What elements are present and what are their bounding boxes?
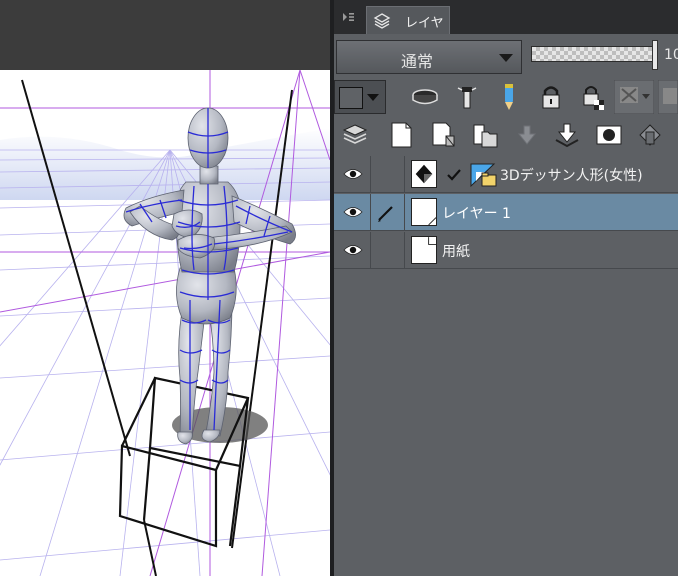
layer-row-paper[interactable]: 用紙 [334,232,678,269]
new-raster-layer-icon[interactable] [386,120,416,150]
new-vector-layer-icon[interactable] [428,120,458,150]
create-layer-mask-icon[interactable] [594,120,624,150]
layers-icon [373,13,391,29]
mask-icon[interactable] [614,80,654,114]
transfer-to-lower-icon[interactable] [512,120,542,150]
3d-layer-type-icon [470,163,497,188]
chevron-down-icon [499,54,513,62]
draft-layer-icon[interactable] [494,82,524,112]
opacity-slider-handle[interactable] [652,40,658,70]
apply-mask-icon[interactable] [634,120,664,150]
layer-name: 用紙 [442,244,470,260]
layer-property-icon[interactable] [340,120,370,150]
column-divider [404,156,405,192]
layer-thumbnail-3d [411,160,437,188]
layer-row-layer-1[interactable]: レイヤー 1 [334,194,678,231]
layer-thumbnail-raster [411,198,437,226]
column-divider [370,194,371,230]
reference-layer-icon[interactable] [452,82,482,112]
lock-layer-icon[interactable] [536,82,566,112]
combine-with-layer-below-icon[interactable] [552,120,582,150]
canvas-top-bar [0,0,330,70]
visibility-eye-icon[interactable] [343,243,363,257]
column-divider [404,232,405,268]
column-divider [370,232,371,268]
checkmark-icon [447,169,461,181]
new-layer-folder-icon[interactable] [470,120,500,150]
tab-layer[interactable]: レイヤー [366,6,450,50]
opacity-slider[interactable] [531,46,655,62]
canvas-viewport[interactable] [0,0,330,576]
visibility-eye-icon[interactable] [343,167,363,181]
chevron-down-icon [367,94,379,101]
panel-tab-bar: レイヤー [334,0,678,50]
blend-mode-select[interactable]: 通常 [336,40,522,74]
layer-panel: レイヤー 通常 10 [334,0,678,576]
layer-color-button[interactable] [334,80,386,114]
layer-name: 3Dデッサン人形(女性) [500,168,643,184]
column-divider [404,194,405,230]
menu-list-icon[interactable] [340,9,356,25]
blend-mode-value: 通常 [401,52,434,71]
3d-scene[interactable] [0,0,330,576]
clip-to-lower-layer-icon[interactable] [410,82,440,112]
layer-row-3d-figure[interactable]: 3Dデッサン人形(女性) [334,156,678,193]
pen-editing-icon [378,206,393,222]
visibility-eye-icon[interactable] [343,205,363,219]
layer-thumbnail-paper [411,236,437,264]
layer-name: レイヤー 1 [442,206,511,222]
layer-color-swatch [339,87,363,109]
extra-icon[interactable] [658,80,678,114]
column-divider [370,156,371,192]
perspective-guides [0,0,330,576]
opacity-value: 10 [664,47,678,63]
lock-transparent-pixels-icon[interactable] [578,82,608,112]
